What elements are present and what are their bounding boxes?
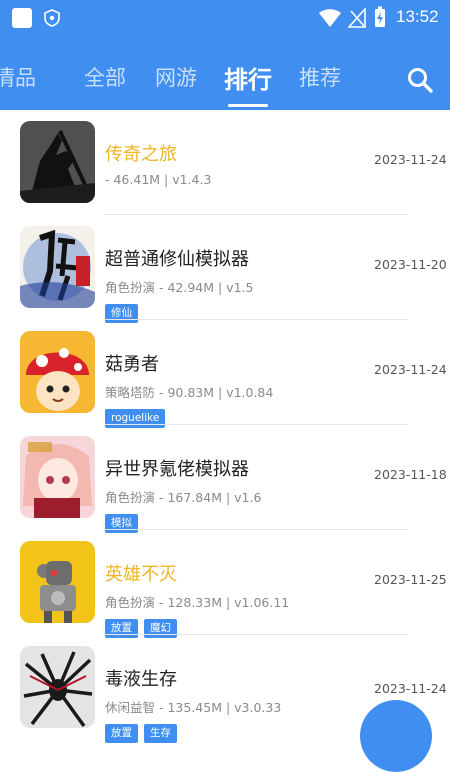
active-tab-indicator [228, 104, 268, 107]
search-icon[interactable] [406, 66, 434, 94]
anime-girl-icon [20, 436, 95, 518]
release-date: 2023-11-24 [374, 152, 447, 167]
game-name: 菇勇者 [105, 354, 159, 375]
robot-hero-icon [20, 541, 95, 623]
release-date: 2023-11-20 [374, 257, 447, 272]
game-meta: 角色扮演 - 167.84M | v1.6 [105, 490, 262, 505]
game-meta: 角色扮演 - 128.33M | v1.06.11 [105, 595, 290, 610]
warrior-silhouette-icon [20, 121, 95, 203]
tag[interactable]: 生存 [144, 724, 177, 743]
floating-action-button[interactable] [360, 700, 432, 772]
release-date: 2023-11-24 [374, 362, 447, 377]
tag-list: 放置 生存 [105, 721, 183, 743]
release-date: 2023-11-18 [374, 467, 447, 482]
game-meta: 策略塔防 - 90.83M | v1.0.84 [105, 385, 274, 400]
status-bar: 13:52 [0, 0, 450, 36]
app-notification-icon [12, 8, 32, 28]
list-item[interactable]: 超普通修仙模拟器 角色扮演 - 42.94M | v1.5 2023-11-20… [0, 215, 450, 323]
app-header: 13:52 倩品 全部 网游 排行 推荐 [0, 0, 450, 110]
tab-ranking[interactable]: 排行 [224, 60, 272, 95]
battery-charging-icon [375, 6, 385, 27]
game-name: 异世界氪佬模拟器 [105, 459, 249, 480]
game-name: 传奇之旅 [105, 144, 177, 165]
tab-recommend[interactable]: 推荐 [299, 62, 341, 92]
tab-jingpin[interactable]: 倩品 [0, 62, 36, 92]
shield-icon [44, 9, 60, 27]
list-item[interactable]: 异世界氪佬模拟器 角色扮演 - 167.84M | v1.6 2023-11-1… [0, 425, 450, 533]
game-meta: - 46.41M | v1.4.3 [105, 172, 212, 187]
tag[interactable]: 放置 [105, 724, 138, 743]
wifi-icon [319, 9, 341, 27]
mushroom-hero-icon [20, 331, 95, 413]
list-item[interactable]: 英雄不灭 角色扮演 - 128.33M | v1.06.11 2023-11-2… [0, 530, 450, 638]
game-meta: 角色扮演 - 42.94M | v1.5 [105, 280, 254, 295]
tag-list: 修仙 [105, 301, 144, 323]
list-item[interactable]: 菇勇者 策略塔防 - 90.83M | v1.0.84 2023-11-24 r… [0, 320, 450, 428]
game-meta: 休闲益智 - 135.45M | v3.0.33 [105, 700, 282, 715]
game-name: 毒液生存 [105, 669, 177, 690]
tag-list: roguelike [105, 406, 171, 428]
game-name: 英雄不灭 [105, 564, 177, 585]
game-name: 超普通修仙模拟器 [105, 249, 249, 270]
no-signal-icon [348, 8, 366, 28]
venom-spider-icon [20, 646, 95, 728]
list-item[interactable]: 传奇之旅 - 46.41M | v1.4.3 2023-11-24 [0, 110, 450, 215]
release-date: 2023-11-24 [374, 681, 447, 696]
release-date: 2023-11-25 [374, 572, 447, 587]
tag-list: 模拟 [105, 511, 144, 533]
xiuxian-calligraphy-icon [20, 226, 95, 308]
tab-online[interactable]: 网游 [155, 62, 197, 92]
tab-all[interactable]: 全部 [84, 62, 126, 92]
status-time: 13:52 [396, 7, 439, 26]
tag-list: 放置 魔幻 [105, 616, 183, 638]
